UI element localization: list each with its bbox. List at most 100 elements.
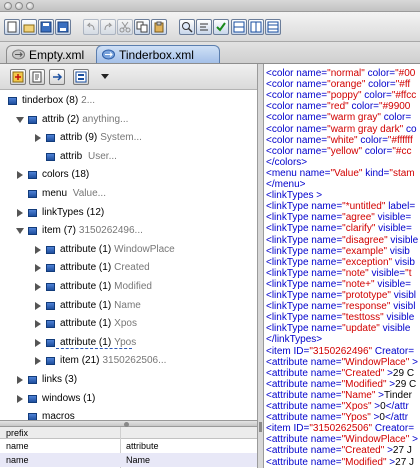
minimize-window-icon[interactable]: [15, 2, 23, 10]
close-window-icon[interactable]: [4, 2, 12, 10]
xml-token: "yellow": [327, 145, 363, 157]
disclosure-closed-icon[interactable]: [16, 376, 24, 384]
tree-node-label: attribute (1) Modified: [60, 278, 152, 296]
view-options-icon[interactable]: [73, 69, 89, 85]
disclosure-closed-icon[interactable]: [34, 301, 42, 310]
element-name: attribute: [60, 262, 97, 274]
xml-source-line: <linkType name="exception" visib: [266, 257, 415, 268]
undo-icon[interactable]: [83, 19, 99, 35]
element-tree[interactable]: tinderbox (8) 2... attrib (2) anything... at…: [0, 90, 262, 424]
xml-source-line: <attribute name="Modified" >29 C: [266, 379, 416, 390]
save-as-icon[interactable]: [55, 19, 71, 35]
xml-token: </menu>: [266, 179, 306, 190]
disclosure-closed-icon[interactable]: [16, 394, 24, 403]
table-row[interactable]: name Name: [0, 453, 262, 467]
outline-pane: tinderbox (8) 2... attrib (2) anything... at…: [0, 64, 262, 468]
disclosure-closed-icon[interactable]: [34, 264, 42, 273]
disclosure-closed-icon[interactable]: [16, 171, 24, 180]
xml-token: "3150262496": [309, 345, 373, 357]
xml-token: <color name=: [266, 90, 328, 102]
zoom-window-icon[interactable]: [26, 2, 34, 10]
column-header-prefix: prefix: [6, 428, 29, 438]
add-element-icon[interactable]: [10, 69, 26, 85]
disclosure-closed-icon[interactable]: [34, 134, 42, 143]
element-icon: [28, 190, 37, 198]
add-attribute-icon[interactable]: [29, 69, 45, 85]
dropdown-icon[interactable]: [98, 69, 110, 85]
element-name: attribute: [60, 318, 97, 330]
split-full-icon[interactable]: [265, 19, 281, 35]
validate-icon[interactable]: [213, 19, 229, 35]
add-text-icon[interactable]: [49, 69, 65, 85]
element-name: attrib: [60, 132, 83, 144]
xml-token: >: [409, 356, 418, 368]
disclosure-closed-icon[interactable]: [34, 320, 42, 329]
tab-label: Tinderbox.xml: [119, 48, 194, 62]
attribute-value-cell[interactable]: attribute: [126, 439, 159, 453]
xml-token: "Created": [341, 367, 385, 379]
cut-icon[interactable]: [117, 19, 133, 35]
disclosure-open-icon[interactable]: [16, 116, 24, 124]
xml-token: "*untitled": [342, 201, 386, 213]
table-row[interactable]: name attribute: [0, 439, 262, 453]
paste-icon[interactable]: [151, 19, 167, 35]
tree-node-label: attribute (1) WindowPlace: [60, 241, 175, 259]
disclosure-closed-icon[interactable]: [34, 283, 42, 291]
vertical-splitter[interactable]: [257, 64, 264, 468]
xml-token: color=: [357, 134, 388, 146]
xml-source-pane[interactable]: <color name="normal" color="#00 <color na…: [264, 64, 420, 468]
xml-token: <attribute name=: [266, 378, 342, 390]
xml-token: <linkType name=: [266, 201, 343, 213]
open-icon[interactable]: [21, 19, 37, 35]
xml-token: visible: [387, 234, 419, 246]
xml-source-line: <menu name="Value" kind="stam: [266, 168, 415, 179]
horizontal-splitter[interactable]: [0, 420, 262, 427]
xml-token: >: [375, 389, 385, 401]
element-icon: [28, 171, 37, 180]
xml-source-line: <linkType name="testtoss" visible: [266, 312, 414, 323]
xml-token: "#ffcc: [391, 90, 417, 102]
disclosure-open-icon[interactable]: [16, 227, 24, 235]
xml-token: co: [403, 123, 417, 135]
disclosure-closed-icon[interactable]: [34, 245, 42, 254]
xml-token: "stam: [389, 167, 415, 179]
xml-token: <color name=: [266, 123, 328, 135]
tab-empty-xml[interactable]: Empty.xml: [6, 45, 106, 63]
format-icon[interactable]: [196, 19, 212, 35]
disclosure-closed-icon[interactable]: [16, 208, 24, 217]
xml-source-line: <linkTypes >: [266, 190, 322, 201]
xml-token: <attribute name=: [266, 401, 342, 412]
xml-token: "red": [327, 101, 349, 113]
split-horizontal-icon[interactable]: [231, 19, 247, 35]
attribute-value-cell[interactable]: Name: [126, 453, 150, 467]
element-icon: [28, 115, 37, 124]
xml-source-line: <attribute name="Modified" >27 J: [266, 457, 414, 468]
element-value-preview: Created: [114, 262, 150, 274]
save-icon[interactable]: [38, 19, 54, 35]
element-name: item: [60, 355, 79, 367]
tree-node-label: item (21) 3150262506...: [60, 352, 166, 370]
tab-tinderbox-xml[interactable]: Tinderbox.xml: [96, 45, 220, 63]
xml-token: color=: [380, 112, 412, 124]
tree-node-label: attribute (1) Xpos: [60, 315, 137, 333]
xml-token: "update": [342, 323, 380, 335]
tree-node-label: item (7) 3150262496...: [42, 222, 143, 240]
disclosure-closed-icon[interactable]: [34, 357, 42, 366]
xml-token: visible=: [374, 278, 411, 290]
xml-source-line: <linkType name="update" visible: [266, 323, 410, 334]
xml-source-line: <color name="yellow" color="#cc: [266, 146, 411, 157]
xml-source-line: <item ID="3150262496" Creator=: [266, 346, 414, 357]
xml-source-line: <color name="red" color="#9900: [266, 101, 410, 112]
copy-icon[interactable]: [134, 19, 150, 35]
xml-token: visib: [387, 245, 410, 257]
element-icon: [46, 283, 55, 291]
disclosure-closed-icon[interactable]: [34, 338, 42, 347]
find-icon[interactable]: [179, 19, 195, 35]
child-count: (1): [98, 243, 112, 255]
xml-source-line: <color name="warm gray dark" co: [266, 124, 417, 135]
tree-node-label: colors (18): [42, 166, 92, 184]
split-vertical-icon[interactable]: [248, 19, 264, 35]
tree-node-label: tinderbox (8) 2...: [22, 92, 95, 110]
redo-icon[interactable]: [100, 19, 116, 35]
new-doc-icon[interactable]: [4, 19, 20, 35]
